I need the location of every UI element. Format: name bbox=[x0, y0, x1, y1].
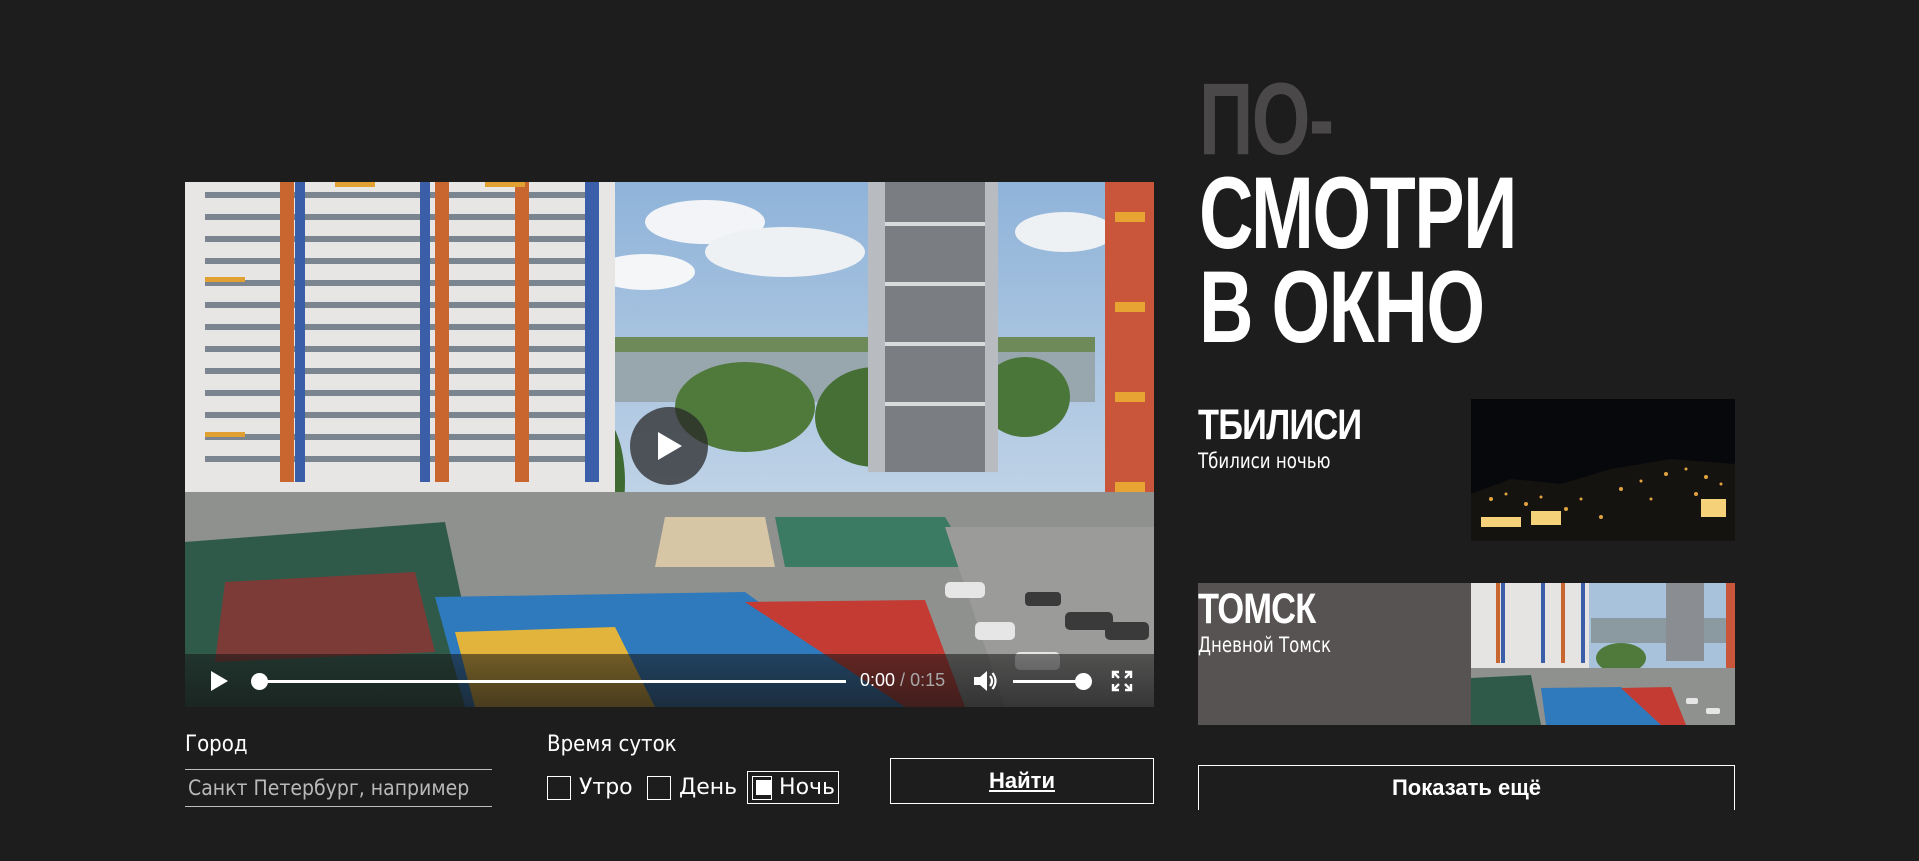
show-more-button[interactable]: Показать ещё bbox=[1198, 765, 1735, 810]
day-checkbox[interactable] bbox=[647, 775, 671, 800]
option-morning[interactable]: Утро bbox=[547, 771, 633, 804]
city-label: Город bbox=[185, 732, 248, 757]
current-time: 0:00 bbox=[860, 670, 896, 690]
city-input[interactable] bbox=[185, 769, 492, 807]
video-controls: 0:00 / 0:15 bbox=[185, 654, 1154, 707]
option-label: День bbox=[679, 775, 738, 800]
volume-icon[interactable] bbox=[973, 669, 999, 693]
page-title: По- смотри в окно bbox=[1199, 62, 1517, 364]
option-label: Ночь bbox=[779, 775, 835, 800]
title-line-2: смотри bbox=[1199, 156, 1517, 270]
option-night[interactable]: Ночь bbox=[747, 771, 839, 804]
volume-thumb[interactable] bbox=[1075, 673, 1092, 690]
volume-slider[interactable] bbox=[1013, 673, 1092, 690]
seek-bar[interactable] bbox=[251, 673, 846, 690]
card-thumbnail bbox=[1471, 399, 1735, 541]
title-line-3: в окно bbox=[1199, 250, 1485, 364]
morning-checkbox[interactable] bbox=[547, 775, 571, 800]
city-card-tbilisi[interactable]: Тбилиси Тбилиси ночью bbox=[1198, 399, 1735, 541]
time-separator: / bbox=[895, 670, 911, 690]
title-line-1: По- bbox=[1199, 62, 1334, 176]
city-card-tomsk[interactable]: Томск Дневной Томск bbox=[1198, 583, 1735, 725]
night-checkbox[interactable] bbox=[752, 775, 773, 800]
fullscreen-icon[interactable] bbox=[1111, 670, 1133, 692]
big-play-button[interactable] bbox=[630, 407, 708, 485]
time-of-day-label: Время суток bbox=[547, 732, 677, 757]
seek-thumb[interactable] bbox=[251, 673, 268, 690]
card-subtitle: Тбилиси ночью bbox=[1198, 449, 1331, 473]
time-display: 0:00 / 0:15 bbox=[860, 670, 945, 691]
card-title: Томск bbox=[1198, 585, 1316, 633]
card-title: Тбилиси bbox=[1198, 401, 1362, 449]
find-button[interactable]: Найти bbox=[890, 758, 1154, 804]
card-thumbnail bbox=[1471, 583, 1735, 725]
card-subtitle: Дневной Томск bbox=[1198, 633, 1332, 657]
video-player[interactable]: 0:00 / 0:15 bbox=[185, 182, 1154, 707]
play-icon[interactable] bbox=[209, 670, 229, 692]
option-day[interactable]: День bbox=[647, 771, 737, 804]
play-icon bbox=[658, 432, 682, 460]
option-label: Утро bbox=[579, 775, 633, 800]
duration: 0:15 bbox=[910, 670, 946, 690]
